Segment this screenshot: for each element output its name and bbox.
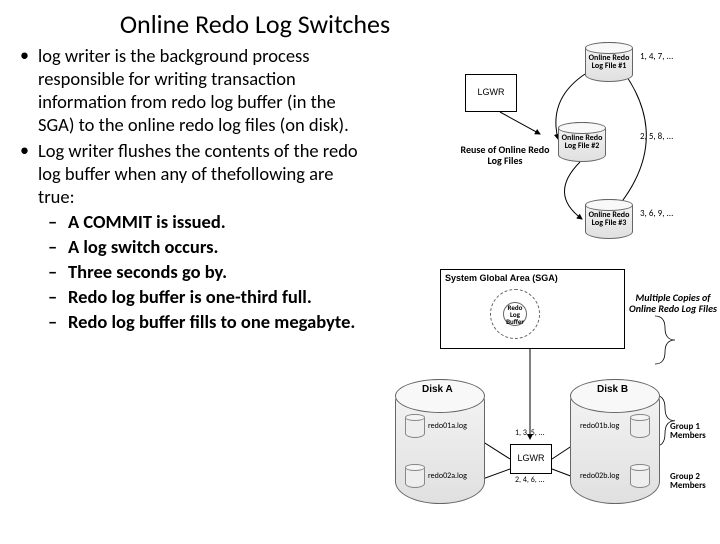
redo02a-label: redo02a.log	[428, 472, 467, 481]
seq-a: 1, 3, 5, ...	[515, 429, 545, 438]
redo02b-label: redo02b.log	[580, 472, 619, 481]
lgwr-box-top: LGWR	[465, 74, 517, 112]
sub-5: Redo log buffer fills to one megabyte.	[38, 310, 362, 333]
seq-2: 2, 5, 8, ...	[640, 132, 673, 142]
redo01a-label: redo01a.log	[428, 422, 467, 431]
redo-file-1: Online Redo Log File #1	[585, 42, 633, 82]
content-area: log writer is the background process res…	[0, 44, 720, 536]
seq-1: 1, 4, 7, ...	[640, 52, 673, 62]
redo02a-cyl	[405, 464, 425, 488]
bullet-2-text: Log writer flushes the contents of the r…	[38, 139, 358, 208]
redo01b-label: redo01b.log	[580, 422, 619, 431]
bullet-1: log writer is the background process res…	[16, 44, 362, 137]
bullet-list: log writer is the background process res…	[16, 44, 362, 334]
page-title: Online Redo Log Switches	[40, 0, 470, 44]
lgwr-box-bottom: LGWR	[510, 444, 552, 474]
disk-a-label: Disk A	[422, 384, 453, 395]
multi-copies-label: Multiple Copies of Online Redo Log Files	[628, 292, 718, 314]
sub-2: A log switch occurs.	[38, 235, 362, 258]
seq-b: 2, 4, 6, ...	[515, 476, 545, 485]
disk-b-label: Disk B	[597, 384, 628, 395]
sub-3: Three seconds go by.	[38, 260, 362, 283]
diagram-area: LGWR Reuse of Online Redo Log Files Onli…	[370, 44, 720, 536]
sub-4: Redo log buffer is one-third full.	[38, 285, 362, 308]
sub-list: A COMMIT is issued. A log switch occurs.…	[38, 210, 362, 334]
redo01a-cyl	[405, 414, 425, 438]
redo01b-cyl	[630, 414, 650, 438]
seq-3: 3, 6, 9, ...	[640, 209, 673, 219]
text-column: log writer is the background process res…	[0, 44, 370, 536]
bullet-2: Log writer flushes the contents of the r…	[16, 139, 362, 334]
redo-file-3: Online Redo Log File #3	[585, 199, 633, 239]
redo-file-2: Online Redo Log File #2	[558, 122, 606, 162]
redo02b-cyl	[630, 464, 650, 488]
sga-label: System Global Area (SGA)	[445, 274, 558, 284]
group2-label: Group 2 Members	[670, 472, 720, 490]
sub-1: A COMMIT is issued.	[38, 210, 362, 233]
redo-buffer: Redo Log Buffer	[503, 302, 527, 326]
group1-label: Group 1 Members	[670, 422, 720, 440]
reuse-label: Reuse of Online Redo Log Files	[460, 144, 550, 166]
